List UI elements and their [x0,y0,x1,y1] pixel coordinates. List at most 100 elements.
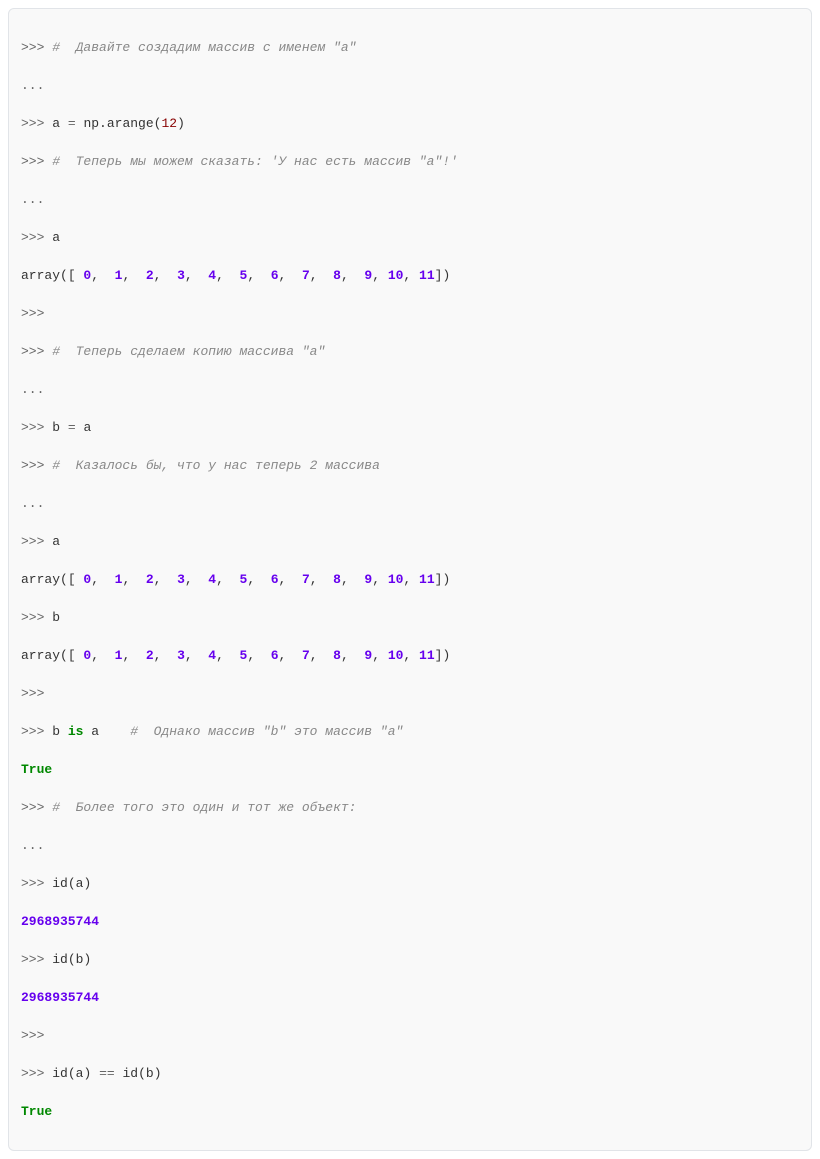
continuation-marker: ... [21,192,44,207]
prompt-marker: >>> [21,1028,52,1043]
continuation-marker: ... [21,838,44,853]
out-num: 11 [419,648,435,663]
out-num: 7 [302,268,310,283]
var-a: a [52,534,60,549]
array-word: array [21,268,60,283]
output-line: 2968935744 [21,912,799,931]
id-output: 2968935744 [21,990,99,1005]
id-output: 2968935744 [21,914,99,929]
code-line: ... [21,494,799,513]
out-num: 11 [419,572,435,587]
continuation-marker: ... [21,382,44,397]
true-output: True [21,762,52,777]
out-num: 2 [146,648,154,663]
out-num: 5 [240,648,248,663]
comment-text: # Давайте создадим массив с именем "a" [52,40,356,55]
code-line: >>> id(b) [21,950,799,969]
bracket-open: ([ [60,648,83,663]
code-line: >>> # Казалось бы, что у нас теперь 2 ма… [21,456,799,475]
continuation-marker: ... [21,496,44,511]
paren-open: ( [68,952,76,967]
out-num: 4 [208,648,216,663]
out-num: 8 [333,572,341,587]
out-num: 10 [388,572,404,587]
paren-open: ( [138,1066,146,1081]
code-line: >>> # Теперь мы можем сказать: 'У нас ес… [21,152,799,171]
out-num: 2 [146,572,154,587]
code-line: >>> b = a [21,418,799,437]
code-line: >>> [21,1026,799,1045]
prompt-marker: >>> [21,154,52,169]
id-func: id [52,876,68,891]
out-num: 5 [240,268,248,283]
out-num: 10 [388,268,404,283]
prompt-marker: >>> [21,458,52,473]
continuation-marker: ... [21,78,44,93]
prompt-marker: >>> [21,800,52,815]
out-num: 6 [271,648,279,663]
space [91,1066,99,1081]
array-word: array [21,648,60,663]
var-a: a [83,724,130,739]
paren-close: ) [83,1066,91,1081]
out-num: 5 [240,572,248,587]
code-line: >>> a [21,532,799,551]
out-num: 1 [115,268,123,283]
out-num: 0 [83,572,91,587]
equals-op: = [68,116,84,131]
code-line: >>> # Давайте создадим массив с именем "… [21,38,799,57]
paren-close: ) [83,876,91,891]
out-num: 11 [419,268,435,283]
comment-text: # Однако массив "b" это массив "a" [130,724,403,739]
var-b: b [52,724,68,739]
bracket-close: ]) [435,572,451,587]
out-num: 0 [83,268,91,283]
paren-open: ( [68,1066,76,1081]
code-line: >>> a = np.arange(12) [21,114,799,133]
prompt-marker: >>> [21,116,52,131]
out-num: 2 [146,268,154,283]
output-line: array([ 0, 1, 2, 3, 4, 5, 6, 7, 8, 9, 10… [21,646,799,665]
out-num: 10 [388,648,404,663]
var-b: b [146,1066,154,1081]
code-line: >>> b [21,608,799,627]
out-num: 0 [83,648,91,663]
bracket-open: ([ [60,268,83,283]
output-line: array([ 0, 1, 2, 3, 4, 5, 6, 7, 8, 9, 10… [21,266,799,285]
out-num: 6 [271,268,279,283]
var-a: a [52,116,68,131]
var-a: a [76,1066,84,1081]
array-word: array [21,572,60,587]
var-b: b [76,952,84,967]
comment-text: # Казалось бы, что у нас теперь 2 массив… [52,458,380,473]
prompt-marker: >>> [21,724,52,739]
prompt-marker: >>> [21,610,52,625]
output-line: True [21,1102,799,1121]
out-num: 3 [177,648,185,663]
prompt-marker: >>> [21,420,52,435]
code-line: >>> # Теперь сделаем копию массива "a" [21,342,799,361]
code-line: >>> a [21,228,799,247]
out-num: 7 [302,648,310,663]
out-num: 4 [208,572,216,587]
out-num: 7 [302,572,310,587]
out-num: 9 [364,648,372,663]
eqeq-op: == [99,1066,115,1081]
code-line: ... [21,836,799,855]
prompt-marker: >>> [21,952,52,967]
out-num: 4 [208,268,216,283]
var-a: a [52,230,60,245]
output-line: array([ 0, 1, 2, 3, 4, 5, 6, 7, 8, 9, 10… [21,570,799,589]
out-num: 3 [177,572,185,587]
space [115,1066,123,1081]
number-literal: 12 [161,116,177,131]
code-line: >>> b is a # Однако массив "b" это масси… [21,722,799,741]
prompt-marker: >>> [21,686,52,701]
code-line: ... [21,380,799,399]
prompt-marker: >>> [21,534,52,549]
paren-close: ) [154,1066,162,1081]
out-num: 9 [364,572,372,587]
np-arange-call: np.arange( [83,116,161,131]
paren-close: ) [83,952,91,967]
var-a: a [83,420,91,435]
